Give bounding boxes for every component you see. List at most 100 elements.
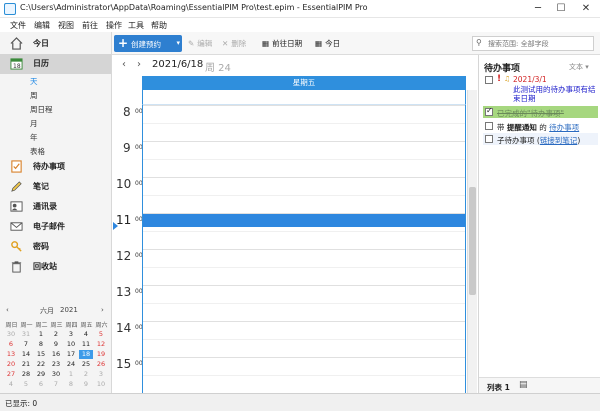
sidebar-item-todo[interactable]: 待办事项 xyxy=(0,157,111,177)
mini-calendar-day[interactable]: 28 xyxy=(19,370,33,379)
sidebar-item-passwords[interactable]: 密码 xyxy=(0,237,111,257)
mini-calendar-day[interactable]: 3 xyxy=(64,330,78,339)
mini-calendar-day[interactable]: 16 xyxy=(49,350,63,359)
view-month[interactable]: 月 xyxy=(30,118,38,129)
mini-calendar-day[interactable]: 6 xyxy=(4,340,18,349)
menu-actions[interactable]: 操作 xyxy=(106,20,122,31)
hour-row[interactable]: 10 00 xyxy=(113,177,466,213)
mini-calendar-day[interactable]: 22 xyxy=(34,360,48,369)
menu-file[interactable]: 文件 xyxy=(10,20,26,31)
todo-link[interactable]: 待办事项 xyxy=(549,123,579,132)
prev-month-button[interactable]: ‹ xyxy=(6,306,9,314)
mini-calendar-day[interactable]: 24 xyxy=(64,360,78,369)
mini-calendar-day[interactable]: 15 xyxy=(34,350,48,359)
sidebar-item-notes[interactable]: 笔记 xyxy=(0,177,111,197)
sidebar-item-calendar[interactable]: 18 日历 xyxy=(0,54,111,74)
sidebar-item-email[interactable]: 电子邮件 xyxy=(0,217,111,237)
sidebar-item-today[interactable]: 今日 xyxy=(0,34,111,54)
mini-calendar-day[interactable]: 26 xyxy=(94,360,108,369)
menu-view[interactable]: 视图 xyxy=(58,20,74,31)
scrollbar-thumb[interactable] xyxy=(469,187,476,295)
mini-calendar-day[interactable]: 19 xyxy=(94,350,108,359)
hour-row[interactable]: 8 00 xyxy=(113,105,466,141)
mini-calendar-day[interactable]: 4 xyxy=(79,330,93,339)
mini-calendar-day[interactable]: 10 xyxy=(94,380,108,389)
goto-date-button[interactable]: ▦ 前往日期 xyxy=(262,38,302,49)
menu-tools[interactable]: 工具 xyxy=(128,20,144,31)
next-month-button[interactable]: › xyxy=(101,306,104,314)
todo-item[interactable]: ! ♫ 2021/3/1 此测试用的待办事项有结束日期 xyxy=(483,74,598,104)
view-day[interactable]: 天 xyxy=(30,76,38,87)
mini-calendar-day[interactable]: 4 xyxy=(4,380,18,389)
search-box[interactable]: ⚲ xyxy=(472,36,594,51)
mini-calendar-day[interactable]: 27 xyxy=(4,370,18,379)
todo-link[interactable]: 链接到笔记 xyxy=(540,136,578,145)
mini-calendar-day[interactable]: 10 xyxy=(64,340,78,349)
view-week-agenda[interactable]: 周日程 xyxy=(30,104,53,115)
mini-calendar-day[interactable]: 29 xyxy=(34,370,48,379)
mini-calendar-day[interactable]: 31 xyxy=(19,330,33,339)
mini-calendar-day[interactable]: 30 xyxy=(4,330,18,339)
vertical-scrollbar[interactable] xyxy=(467,90,477,393)
menu-help[interactable]: 帮助 xyxy=(151,20,167,31)
sidebar-item-trash[interactable]: 回收站 xyxy=(0,257,111,277)
next-day-button[interactable]: › xyxy=(137,59,141,70)
todo-checkbox[interactable] xyxy=(485,135,493,143)
todo-item[interactable]: 子待办事项 (链接到笔记) xyxy=(483,133,598,145)
todo-checkbox[interactable] xyxy=(485,76,493,84)
mini-calendar-day[interactable]: 7 xyxy=(49,380,63,389)
mini-calendar-day[interactable]: 2 xyxy=(49,330,63,339)
time-grid[interactable]: 8009001000110012001300140015001600 xyxy=(113,105,466,407)
mini-calendar-day[interactable]: 5 xyxy=(94,330,108,339)
mini-calendar-day[interactable]: 20 xyxy=(4,360,18,369)
selected-time-slot[interactable] xyxy=(142,213,466,227)
sort-dropdown[interactable]: 文本 ▾ xyxy=(569,62,589,72)
mini-calendar-day[interactable]: 9 xyxy=(49,340,63,349)
mini-calendar-day[interactable]: 7 xyxy=(19,340,33,349)
mini-calendar-day[interactable]: 14 xyxy=(19,350,33,359)
hour-row[interactable]: 11 00 xyxy=(113,213,466,249)
mini-calendar-day[interactable]: 5 xyxy=(19,380,33,389)
mini-calendar-day[interactable]: 3 xyxy=(94,370,108,379)
mini-calendar-day[interactable]: 25 xyxy=(79,360,93,369)
mini-calendar-day[interactable]: 11 xyxy=(79,340,93,349)
mini-calendar-day[interactable]: 12 xyxy=(94,340,108,349)
prev-day-button[interactable]: ‹ xyxy=(122,59,126,70)
todo-item[interactable]: 带 提醒通知 的 待办事项 xyxy=(483,120,598,132)
minimize-button[interactable]: ─ xyxy=(528,1,548,16)
mini-calendar-day[interactable]: 18 xyxy=(79,350,93,359)
hour-row[interactable]: 15 00 xyxy=(113,357,466,393)
mini-calendar-day[interactable]: 30 xyxy=(49,370,63,379)
mini-calendar-day[interactable]: 2 xyxy=(79,370,93,379)
view-week[interactable]: 周 xyxy=(30,90,38,101)
close-button[interactable]: ✕ xyxy=(576,1,596,16)
hour-row[interactable]: 9 00 xyxy=(113,141,466,177)
new-appointment-button[interactable]: + 创建预约 ▾ xyxy=(114,35,182,52)
hour-row[interactable]: 13 00 xyxy=(113,285,466,321)
mini-calendar-day[interactable]: 1 xyxy=(34,330,48,339)
menu-edit[interactable]: 编辑 xyxy=(34,20,50,31)
chevron-down-icon[interactable]: ▾ xyxy=(176,35,180,52)
delete-button[interactable]: ✕ 删除 xyxy=(222,38,246,49)
mini-calendar-day[interactable]: 17 xyxy=(64,350,78,359)
sidebar-item-contacts[interactable]: 通讯录 xyxy=(0,197,111,217)
day-column-header[interactable]: 星期五 xyxy=(142,76,466,90)
mini-calendar-day[interactable]: 6 xyxy=(34,380,48,389)
maximize-button[interactable]: ☐ xyxy=(551,1,571,16)
list-tab[interactable]: 列表 1 xyxy=(487,382,510,393)
todo-checkbox[interactable] xyxy=(485,106,493,116)
todo-item[interactable]: 已完成的"待办事项" xyxy=(483,106,598,118)
todo-checkbox[interactable] xyxy=(485,122,493,130)
mini-calendar-day[interactable]: 13 xyxy=(4,350,18,359)
hour-row[interactable]: 12 00 xyxy=(113,249,466,285)
all-day-area[interactable] xyxy=(142,90,466,105)
menu-goto[interactable]: 前往 xyxy=(82,20,98,31)
today-button[interactable]: ▦ 今日 xyxy=(315,38,340,49)
mini-calendar-day[interactable]: 1 xyxy=(64,370,78,379)
mini-calendar-day[interactable]: 8 xyxy=(64,380,78,389)
edit-button[interactable]: ✎ 编辑 xyxy=(188,38,212,49)
mini-calendar-day[interactable]: 8 xyxy=(34,340,48,349)
view-table[interactable]: 表格 xyxy=(30,146,45,157)
search-input[interactable] xyxy=(488,38,592,49)
list-menu-icon[interactable]: ▤ xyxy=(519,380,528,390)
